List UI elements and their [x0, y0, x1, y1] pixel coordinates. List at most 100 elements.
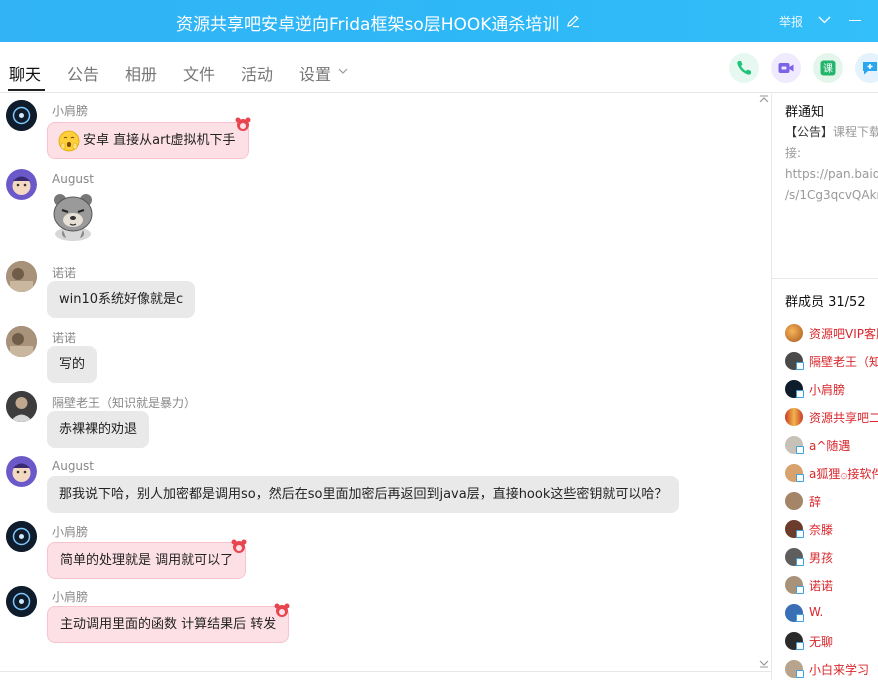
- member-name: W.: [809, 605, 824, 619]
- tab-activity[interactable]: 活动: [241, 61, 273, 85]
- tab-announcement[interactable]: 公告: [67, 61, 99, 85]
- message-bubble[interactable]: win10系统好像就是c: [47, 281, 196, 318]
- member-name: 资源共享吧二号: [809, 411, 878, 425]
- chevron-down-icon[interactable]: [759, 660, 769, 668]
- active-tab-indicator: [8, 89, 45, 91]
- tab-chat[interactable]: 聊天: [9, 61, 41, 85]
- member-name: a^随遇: [809, 439, 851, 453]
- member-item[interactable]: a狐狸۞接软件: [785, 463, 878, 483]
- member-name: 无聊: [809, 635, 834, 649]
- message-bubble[interactable]: 简单的处理就是 调用就可以了: [47, 542, 247, 579]
- member-name: 男孩: [809, 551, 834, 565]
- avatar[interactable]: [6, 456, 37, 487]
- phone-icon: [737, 61, 751, 75]
- share-screen-icon: [863, 62, 877, 75]
- message-bubble[interactable]: 安卓 直接从art虚拟机下手: [47, 122, 249, 159]
- message-text: 写的: [59, 357, 86, 372]
- member-item[interactable]: 小白来学习: [785, 659, 878, 679]
- panel-divider: [772, 278, 878, 279]
- avatar[interactable]: [6, 521, 37, 552]
- member-item[interactable]: 隔壁老王（知识就是暴力）: [785, 351, 878, 371]
- video-icon: [778, 63, 794, 73]
- avatar[interactable]: [6, 169, 37, 200]
- member-avatar: [785, 408, 803, 426]
- member-item[interactable]: 资源共享吧二号: [785, 407, 878, 427]
- message-sender: August: [52, 459, 94, 473]
- message-text: 那我说下哈，别人加密都是调用so，然后在so里面加密后再返回到java层，直接h…: [59, 487, 668, 502]
- message-text: 安卓 直接从art虚拟机下手: [83, 133, 236, 148]
- avatar[interactable]: [6, 326, 37, 357]
- chat-area[interactable]: [0, 94, 771, 680]
- member-item[interactable]: W.: [785, 603, 878, 623]
- members-title: 群成员 31/52: [785, 295, 866, 310]
- message-sender: 诺诺: [52, 266, 77, 280]
- bubble-decoration-icon: [231, 539, 247, 553]
- message-sender: August: [52, 172, 94, 186]
- member-item[interactable]: 诺诺: [785, 575, 878, 595]
- avatar[interactable]: [6, 261, 37, 292]
- device-badge-icon: [796, 614, 804, 622]
- member-name: a狐狸۞接软件: [809, 467, 878, 481]
- device-badge-icon: [796, 558, 804, 566]
- member-item[interactable]: a^随遇: [785, 435, 878, 455]
- message-text: 简单的处理就是 调用就可以了: [60, 553, 234, 568]
- notice-line: /s/1Cg3qcvQAkr: [785, 188, 878, 202]
- bear-sticker-icon[interactable]: [48, 190, 98, 242]
- message-bubble[interactable]: 写的: [47, 346, 98, 383]
- member-name: 隔壁老王（知识就是暴力）: [809, 355, 878, 369]
- group-notice[interactable]: 【公告】课程下载地址 接: https://pan.baidu.com /s/1…: [785, 122, 878, 206]
- chevron-down-icon[interactable]: [338, 68, 348, 75]
- edit-icon[interactable]: [566, 14, 580, 28]
- member-item[interactable]: 男孩: [785, 547, 878, 567]
- tab-album[interactable]: 相册: [125, 61, 157, 85]
- video-call-button[interactable]: [771, 53, 801, 83]
- bubble-decoration-icon: [235, 117, 251, 131]
- share-screen-button[interactable]: [855, 53, 878, 83]
- device-badge-icon: [796, 390, 804, 398]
- message-bubble[interactable]: 那我说下哈，别人加密都是调用so，然后在so里面加密后再返回到java层，直接h…: [47, 476, 680, 513]
- member-item[interactable]: 资源吧VIP客服: [785, 323, 878, 343]
- message-text: win10系统好像就是c: [59, 292, 184, 307]
- message-sender: 隔壁老王（知识就是暴力）: [52, 396, 197, 410]
- member-item[interactable]: 无聊: [785, 631, 878, 651]
- member-item[interactable]: 奈滕: [785, 519, 878, 539]
- course-icon: 课: [820, 60, 836, 76]
- message-sender: 小肩膀: [52, 104, 89, 118]
- member-name: 小肩膀: [809, 383, 846, 397]
- panel-divider: [771, 94, 772, 680]
- message-bubble[interactable]: 赤裸裸的劝退: [47, 411, 150, 448]
- avatar[interactable]: [6, 100, 37, 131]
- member-item[interactable]: 辞: [785, 491, 878, 511]
- member-item[interactable]: 小肩膀: [785, 379, 878, 399]
- course-button[interactable]: 课: [813, 53, 843, 83]
- group-notice-title: 群通知: [785, 105, 825, 120]
- chevron-up-icon[interactable]: [759, 95, 769, 103]
- member-avatar: [785, 324, 803, 342]
- device-badge-icon: [796, 474, 804, 482]
- device-badge-icon: [796, 530, 804, 538]
- avatar[interactable]: [6, 391, 37, 422]
- message-bubble[interactable]: 主动调用里面的函数 计算结果后 转发: [47, 606, 290, 643]
- device-badge-icon: [796, 642, 804, 650]
- avatar[interactable]: [6, 586, 37, 617]
- member-name: 资源吧VIP客服: [809, 327, 878, 341]
- member-avatar: [785, 492, 803, 510]
- window-title: 资源共享吧安卓逆向Frida框架so层HOOK通杀培训: [176, 15, 560, 35]
- tab-settings[interactable]: 设置: [299, 61, 331, 85]
- notice-line: 课程下载地址: [833, 125, 878, 139]
- notice-tag: 【公告】: [785, 125, 834, 139]
- voice-call-button[interactable]: [729, 53, 759, 83]
- device-badge-icon: [796, 362, 804, 370]
- message-sender: 小肩膀: [52, 590, 89, 604]
- chevron-down-icon[interactable]: [818, 15, 831, 25]
- bubble-decoration-icon: [274, 603, 290, 617]
- message-text: 主动调用里面的函数 计算结果后 转发: [60, 617, 277, 632]
- notice-line: 接:: [785, 146, 802, 160]
- tab-files[interactable]: 文件: [183, 61, 215, 85]
- device-badge-icon: [796, 670, 804, 678]
- minimize-icon[interactable]: [849, 20, 861, 21]
- report-button[interactable]: 举报: [779, 13, 803, 30]
- member-name: 小白来学习: [809, 663, 870, 677]
- message-text: 赤裸裸的劝退: [59, 422, 138, 437]
- member-name: 诺诺: [809, 579, 834, 593]
